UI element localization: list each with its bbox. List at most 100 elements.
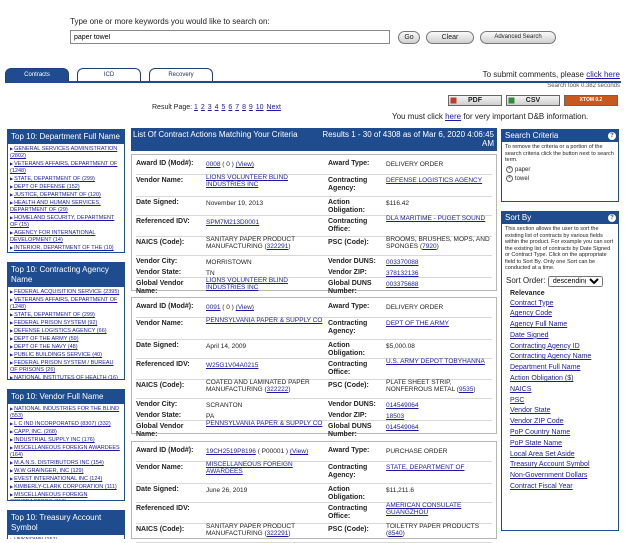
global-duns-link[interactable]: 014549064 [386, 424, 494, 431]
vendor-duns-link[interactable]: 003370088 [386, 259, 494, 266]
sort-field-link[interactable]: Contract Type [502, 299, 618, 310]
comments-link[interactable]: click here [586, 70, 620, 79]
dnb-link[interactable]: here [445, 112, 461, 121]
facet-item[interactable]: HEALTH AND HUMAN SERVICES, DEPARTMENT OF… [10, 199, 122, 214]
facet-item[interactable]: STATE, DEPARTMENT OF (299) [10, 175, 122, 183]
sort-field-link[interactable]: Non-Government Dollars [502, 471, 618, 482]
sort-field-link[interactable]: Vendor ZIP Code [502, 417, 618, 428]
sort-field-link[interactable]: Agency Code [502, 309, 618, 320]
naics-code-link[interactable]: 322291 [267, 243, 289, 250]
facet-item[interactable]: PUBLIC BUILDINGS SERVICE (40) [10, 351, 122, 359]
page-link[interactable]: 7 [235, 104, 239, 111]
psc-code-link[interactable]: 7920 [422, 243, 436, 250]
remove-term-icon[interactable]: × [506, 165, 513, 173]
facet-item[interactable]: EVEST INTERNATIONAL INC (124) [10, 475, 122, 483]
facet-item[interactable]: FEDERAL PRISON SYSTEM / BUREAU OF PRISON… [10, 359, 122, 374]
referenced-idv-link[interactable]: W25G1V04A0215 [206, 362, 324, 369]
next-page-link[interactable]: Next [267, 104, 281, 111]
page-link[interactable]: 10 [256, 104, 264, 111]
search-input[interactable] [70, 30, 390, 44]
global-duns-link[interactable]: 003375688 [386, 281, 494, 288]
facet-item[interactable]: JUSTICE, DEPARTMENT OF (120) [10, 191, 122, 199]
facet-item[interactable]: CAPP, INC. (268) [10, 428, 122, 436]
contracting-agency-link[interactable]: DEPT OF THE ARMY [386, 320, 494, 327]
facet-item[interactable]: TREASURY, DEPARTMENT OF THE (8) [10, 252, 122, 253]
facet-item[interactable]: AGENCY FOR INTERNATIONAL DEVELOPMENT (14… [10, 229, 122, 244]
vendor-name-link[interactable]: LIONS VOLUNTEER BLIND INDUSTRIES INC [206, 174, 324, 188]
view-link[interactable]: (View) [236, 161, 254, 168]
help-icon[interactable]: ? [608, 214, 616, 222]
sort-order-select[interactable]: descending [547, 275, 603, 287]
csv-export-button[interactable]: CSV [506, 95, 560, 106]
facet-item[interactable]: NATIONAL INSTITUTES OF HEALTH (16) [10, 374, 122, 379]
contracting-office-link[interactable]: DLA MARITIME - PUGET SOUND [386, 215, 494, 222]
contracting-agency-link[interactable]: DEFENSE LOGISTICS AGENCY [386, 177, 494, 184]
facet-item[interactable]: INTERIOR, DEPARTMENT OF THE (10) [10, 244, 122, 252]
naics-code-link[interactable]: 322291 [267, 530, 289, 537]
remove-term-icon[interactable]: × [506, 174, 513, 182]
psc-code-link[interactable]: 8540 [388, 530, 402, 537]
sort-field-link[interactable]: Treasury Account Symbol [502, 460, 618, 471]
facet-item[interactable]: DEPT OF DEFENSE (152) [10, 183, 122, 191]
facet-item[interactable]: KIMBERLY-CLARK CORPORATION (111) [10, 483, 122, 491]
page-link[interactable]: 4 [215, 104, 219, 111]
facet-item[interactable]: FEDERAL ACQUISITION SERVICE (2395) [10, 288, 122, 296]
facet-item[interactable]: DEPT OF THE ARMY (59) [10, 335, 122, 343]
vendor-zip-link[interactable]: 18503 [386, 413, 494, 420]
global-vendor[interactable]: PENNSYLVANIA PAPER & SUPPLY CO [206, 420, 324, 427]
sort-field-link[interactable]: PSC [502, 396, 618, 407]
psc-code-link[interactable]: 9535 [459, 386, 473, 393]
sort-field-link[interactable]: PoP State Name [502, 439, 618, 450]
page-link[interactable]: 1 [194, 104, 198, 111]
award-id-link[interactable]: 0008 [206, 161, 220, 168]
facet-item[interactable]: HOMELAND SECURITY, DEPARTMENT OF (15) [10, 214, 122, 229]
award-id-link[interactable]: 19CH2519P8196 [206, 448, 256, 455]
contracting-agency-link[interactable]: STATE, DEPARTMENT OF [386, 464, 494, 471]
page-link[interactable]: 5 [221, 104, 225, 111]
facet-item[interactable]: VETERANS AFFAIRS, DEPARTMENT OF (1248) [10, 160, 122, 175]
page-link[interactable]: 3 [208, 104, 212, 111]
view-link[interactable]: (View) [290, 448, 308, 455]
global-vendor[interactable]: LIONS VOLUNTEER BLIND INDUSTRIES INC [206, 277, 324, 291]
facet-item[interactable]: M.A.N.S. DISTRIBUTORS INC (154) [10, 459, 122, 467]
help-icon[interactable]: ? [608, 132, 616, 140]
naics-code-link[interactable]: 322222 [267, 386, 289, 393]
facet-item[interactable]: FEDERAL PRISON SYSTEM (92) [10, 319, 122, 327]
clear-button[interactable]: Clear [426, 31, 474, 44]
sort-field-link[interactable]: Agency Full Name [502, 320, 618, 331]
sort-field-link[interactable]: PoP Country Name [502, 428, 618, 439]
page-link[interactable]: 2 [201, 104, 205, 111]
sort-field-link[interactable]: Contracting Agency Name [502, 352, 618, 363]
sort-field-link[interactable]: NAICS [502, 385, 618, 396]
advanced-search-button[interactable]: Advanced Search [480, 31, 556, 44]
contracting-office-link[interactable]: U.S. ARMY DEPOT TOBYHANNA [386, 358, 494, 365]
tab-contracts[interactable]: Contracts [5, 68, 69, 81]
facet-item[interactable]: STATE, DEPARTMENT OF (299) [10, 311, 122, 319]
sort-field-link[interactable]: Department Full Name [502, 363, 618, 374]
facet-item[interactable]: VETERANS AFFAIRS, DEPARTMENT OF (1248) [10, 296, 122, 311]
page-link[interactable]: 9 [249, 104, 253, 111]
award-id-link[interactable]: 0091 [206, 304, 220, 311]
facet-item[interactable]: NATIONAL INDUSTRIES FOR THE BLIND (553) [10, 405, 122, 420]
facet-item[interactable]: DEPT OF THE NAVY (48) [10, 343, 122, 351]
sort-field-link[interactable]: Vendor State [502, 406, 618, 417]
pdf-export-button[interactable]: PDF [448, 95, 502, 106]
facet-item[interactable]: DEFENSE LOGISTICS AGENCY (66) [10, 327, 122, 335]
page-link[interactable]: 8 [242, 104, 246, 111]
sort-field-link[interactable]: Date Signed [502, 331, 618, 342]
sort-field-link[interactable]: Contracting Agency ID [502, 342, 618, 353]
vendor-duns-link[interactable]: 014549064 [386, 402, 494, 409]
facet-item[interactable]: MISCELLANEOUS FOREIGN AWARDEES (164) [10, 444, 122, 459]
tab-icd[interactable]: ICD [77, 68, 141, 81]
vendor-name-link[interactable]: PENNSYLVANIA PAPER & SUPPLY CO [206, 317, 324, 324]
facet-item[interactable]: W.W GRAINGER, INC (129) [10, 467, 122, 475]
tab-recovery[interactable]: Recovery [149, 68, 213, 81]
page-link[interactable]: 6 [228, 104, 232, 111]
view-link[interactable]: (View) [236, 304, 254, 311]
vendor-zip-link[interactable]: 378132136 [386, 270, 494, 277]
xml-export-button[interactable]: XTOM 0.2 [564, 95, 618, 106]
facet-item[interactable]: INDUSTRIAL SUPPLY INC (176) [10, 436, 122, 444]
sort-field-link[interactable]: Action Obligation ($) [502, 374, 618, 385]
vendor-name-link[interactable]: MISCELLANEOUS FOREIGN AWARDEES [206, 461, 324, 475]
go-button[interactable]: Go [398, 31, 420, 44]
